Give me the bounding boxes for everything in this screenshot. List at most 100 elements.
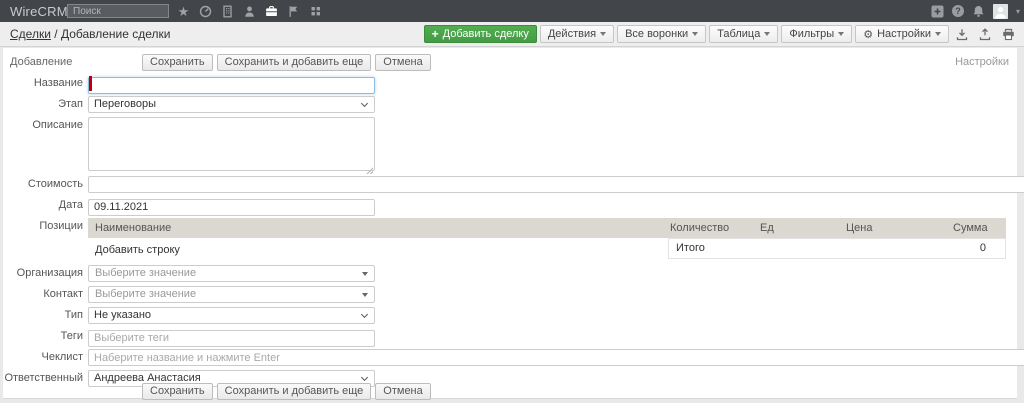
description-label: Описание — [3, 117, 83, 134]
actions-label: Действия — [548, 28, 596, 40]
column-header-unit: Ед — [760, 218, 846, 238]
breadcrumb-toolbar-bar: Сделки / Добавление сделки + Добавить сд… — [0, 22, 1024, 47]
save-button[interactable]: Сохранить — [142, 383, 213, 400]
tags-input[interactable] — [88, 330, 375, 347]
checklist-label: Чеклист — [3, 349, 83, 366]
funnels-label: Все воронки — [625, 28, 688, 40]
contact-combobox[interactable]: Выберите значение — [88, 286, 375, 303]
column-header-sum: Сумма — [953, 218, 1006, 238]
user-avatar[interactable] — [993, 4, 1008, 19]
stage-select[interactable]: Переговоры — [88, 96, 375, 113]
chevron-down-icon — [361, 374, 368, 381]
settings-label: Настройки — [877, 28, 931, 40]
export-upload-button[interactable] — [975, 25, 995, 43]
apps-grid-icon[interactable] — [309, 5, 322, 18]
cancel-button[interactable]: Отмена — [375, 383, 430, 400]
import-download-button[interactable] — [952, 25, 972, 43]
add-deal-button[interactable]: + Добавить сделку — [424, 25, 537, 43]
save-button[interactable]: Сохранить — [142, 54, 213, 71]
type-label: Тип — [3, 307, 83, 324]
print-button[interactable] — [998, 25, 1019, 43]
chevron-down-icon — [361, 311, 368, 318]
date-input[interactable] — [88, 199, 375, 216]
chevron-down-icon — [362, 293, 368, 297]
positions-table-header: Наименование Количество Ед Цена Сумма — [88, 218, 1006, 238]
tasks-flag-icon[interactable] — [287, 5, 300, 18]
organization-combobox[interactable]: Выберите значение — [88, 265, 375, 282]
form-header-buttons: Сохранить Сохранить и добавить еще Отмен… — [142, 54, 431, 71]
deals-toolbar: + Добавить сделку Действия Все воронки Т… — [424, 25, 1019, 43]
download-icon — [956, 28, 968, 41]
column-header-name: Наименование — [88, 218, 670, 238]
chevron-down-icon — [764, 32, 770, 36]
chevron-down-icon — [362, 272, 368, 276]
chevron-down-icon — [838, 32, 844, 36]
add-deal-label: Добавить сделку — [443, 28, 529, 40]
name-label: Название — [3, 75, 83, 92]
form-title: Добавление — [10, 56, 72, 68]
positions-total-row: Итого 0 — [668, 238, 1006, 259]
filters-dropdown-button[interactable]: Фильтры — [781, 25, 852, 43]
tags-label: Теги — [3, 328, 83, 345]
organization-placeholder: Выберите значение — [95, 267, 196, 279]
settings-dropdown-button[interactable]: ⚙ Настройки — [855, 25, 949, 43]
chevron-down-icon — [600, 32, 606, 36]
upload-icon — [979, 28, 991, 41]
table-view-dropdown-button[interactable]: Таблица — [709, 25, 778, 43]
help-icon[interactable]: ? — [952, 5, 964, 17]
type-select[interactable]: Не указано — [88, 307, 375, 324]
plus-icon: + — [432, 27, 439, 41]
add-deal-form-panel: Добавление Сохранить Сохранить и добавит… — [3, 48, 1017, 399]
global-search-input[interactable] — [67, 4, 169, 18]
cancel-button[interactable]: Отмена — [375, 54, 430, 71]
funnels-dropdown-button[interactable]: Все воронки — [617, 25, 706, 43]
name-required-marker — [88, 75, 375, 94]
deals-briefcase-icon[interactable] — [265, 5, 278, 18]
chevron-down-icon — [935, 32, 941, 36]
app-logo[interactable]: WireCRM — [10, 4, 68, 19]
description-textarea[interactable] — [88, 117, 375, 171]
stage-label: Этап — [3, 96, 83, 113]
positions-label: Позиции — [3, 218, 83, 235]
total-value: 0 — [980, 239, 986, 258]
favorites-star-icon[interactable]: ★ — [177, 5, 190, 18]
filters-label: Фильтры — [789, 28, 834, 40]
breadcrumb: Сделки / Добавление сделки — [10, 22, 171, 46]
top-navbar: WireCRM ★ ? ▾ — [0, 0, 1024, 22]
type-value: Не указано — [94, 309, 151, 321]
breadcrumb-deals-link[interactable]: Сделки — [10, 27, 51, 41]
name-input[interactable] — [88, 77, 375, 94]
notifications-bell-icon[interactable] — [972, 5, 985, 18]
printer-icon — [1002, 28, 1015, 41]
checklist-input[interactable] — [88, 349, 1024, 366]
column-header-price: Цена — [846, 218, 953, 238]
responsible-label: Ответственный — [3, 370, 83, 387]
cost-input[interactable] — [88, 176, 1024, 193]
field-row-name: Название — [3, 75, 1017, 94]
form-settings-link[interactable]: Настройки — [955, 56, 1009, 68]
dashboard-gauge-icon[interactable] — [199, 5, 212, 18]
organization-label: Организация — [3, 265, 83, 282]
quick-add-plus-icon[interactable] — [931, 5, 944, 18]
total-label: Итого — [676, 239, 705, 258]
contact-label: Контакт — [3, 286, 83, 303]
user-menu-caret-icon[interactable]: ▾ — [1016, 7, 1020, 16]
top-nav-icons: ★ — [177, 0, 322, 22]
organizations-building-icon[interactable] — [221, 5, 234, 18]
date-label: Дата — [3, 197, 83, 214]
chevron-down-icon — [361, 100, 368, 107]
save-and-add-button[interactable]: Сохранить и добавить еще — [217, 383, 372, 400]
chevron-down-icon — [692, 32, 698, 36]
form-footer-buttons: Сохранить Сохранить и добавить еще Отмен… — [142, 383, 431, 400]
contacts-person-icon[interactable] — [243, 5, 256, 18]
actions-dropdown-button[interactable]: Действия — [540, 25, 614, 43]
top-right-icons: ? ▾ — [931, 0, 1020, 22]
column-header-quantity: Количество — [670, 218, 760, 238]
field-row-description: Описание — [3, 117, 1017, 176]
add-row-link[interactable]: Добавить строку — [95, 244, 180, 256]
table-view-label: Таблица — [717, 28, 760, 40]
save-and-add-button[interactable]: Сохранить и добавить еще — [217, 54, 372, 71]
breadcrumb-current: Добавление сделки — [61, 27, 171, 41]
gear-icon: ⚙ — [863, 28, 873, 41]
breadcrumb-separator: / — [54, 27, 57, 41]
